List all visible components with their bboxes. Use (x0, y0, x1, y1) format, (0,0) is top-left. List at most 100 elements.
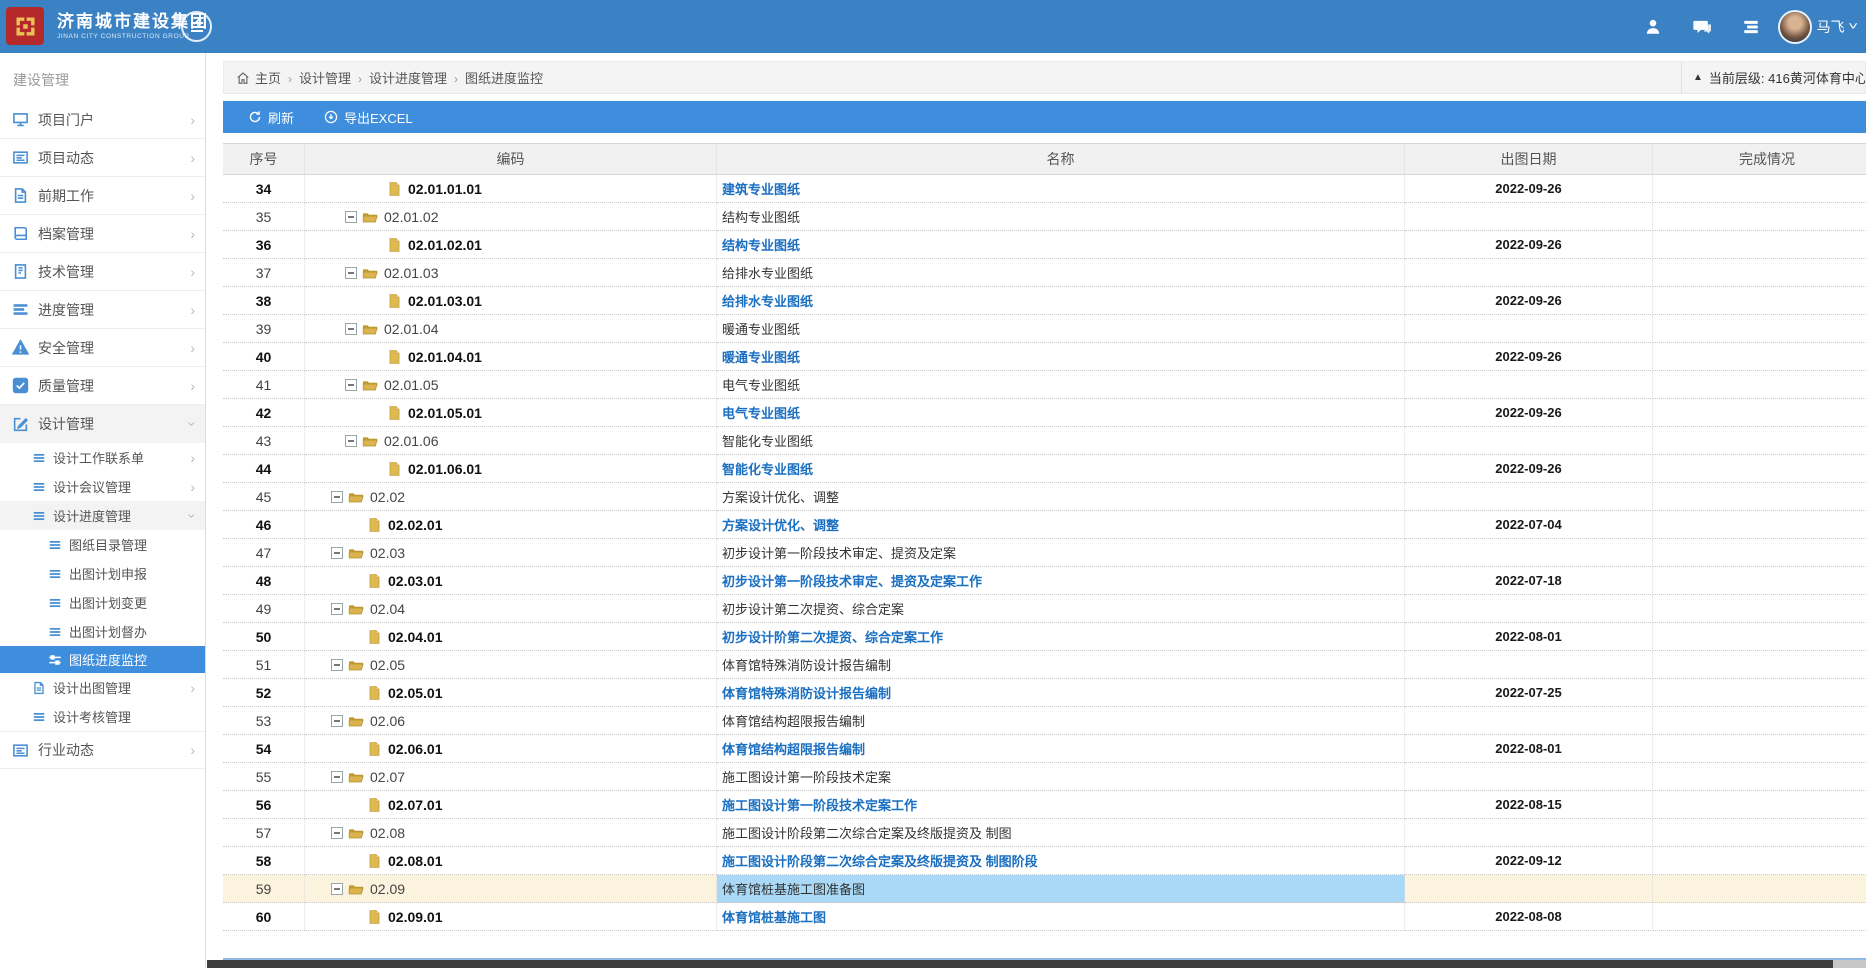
collapse-icon[interactable] (331, 491, 343, 503)
table-row[interactable]: 5702.08施工图设计阶段第二次综合定案及终版提资及 制图 (223, 819, 1866, 847)
table-row[interactable]: 3902.01.04暖通专业图纸 (223, 315, 1866, 343)
sidebar-item-archive-mgmt[interactable]: 档案管理› (0, 215, 205, 253)
chevron-down-icon[interactable]: ˅ (1848, 21, 1858, 33)
code-cell: 02.05 (305, 651, 717, 679)
item-code: 02.01.03.01 (408, 293, 482, 309)
item-name-link[interactable]: 体育馆特殊消防设计报告编制 (722, 686, 891, 701)
user-icon[interactable] (1643, 17, 1663, 37)
collapse-icon[interactable] (331, 771, 343, 783)
sidebar-item-safety-mgmt[interactable]: 安全管理› (0, 329, 205, 367)
collapse-icon[interactable] (331, 715, 343, 727)
status-cell (1653, 791, 1866, 819)
sidebar-item-design-progress-mgmt[interactable]: 设计进度管理› (0, 501, 205, 530)
status-cell (1653, 595, 1866, 623)
apps-icon[interactable] (1741, 17, 1761, 37)
item-name: 给排水专业图纸 (722, 266, 813, 281)
sidebar-item-design-mgmt[interactable]: 设计管理› (0, 405, 205, 443)
table-row[interactable]: 5202.05.01体育馆特殊消防设计报告编制2022-07-25 (223, 679, 1866, 707)
table-row[interactable]: 3802.01.03.01给排水专业图纸2022-09-26 (223, 287, 1866, 315)
table-row[interactable]: 4602.02.01方案设计优化、调整2022-07-04 (223, 511, 1866, 539)
table-row[interactable]: 4802.03.01初步设计第一阶段技术审定、提资及定案工作2022-07-18 (223, 567, 1866, 595)
table-row[interactable]: 5402.06.01体育馆结构超限报告编制2022-08-01 (223, 735, 1866, 763)
table-row[interactable]: 6002.09.01体育馆桩基施工图2022-08-08 (223, 903, 1866, 931)
sidebar-item-plan-change[interactable]: 出图计划变更 (0, 588, 205, 617)
table-row[interactable]: 4102.01.05电气专业图纸 (223, 371, 1866, 399)
code-cell: 02.01.03.01 (305, 287, 717, 315)
table-row[interactable]: 4002.01.04.01暖通专业图纸2022-09-26 (223, 343, 1866, 371)
sidebar-item-quality-mgmt[interactable]: 质量管理› (0, 367, 205, 405)
table-row[interactable]: 3402.01.01.01建筑专业图纸2022-09-26 (223, 175, 1866, 203)
table-row[interactable]: 5902.09体育馆桩基施工图准备图 (223, 875, 1866, 903)
collapse-icon[interactable] (331, 883, 343, 895)
chevron-right-icon: › (190, 302, 195, 318)
export-excel-button[interactable]: 导出EXCEL (324, 108, 413, 127)
table-row[interactable]: 5802.08.01施工图设计阶段第二次综合定案及终版提资及 制图阶段2022-… (223, 847, 1866, 875)
sidebar-item-drawing-progress-monitor[interactable]: 图纸进度监控 (0, 646, 205, 673)
table-row[interactable]: 3702.01.03给排水专业图纸 (223, 259, 1866, 287)
breadcrumb-item[interactable]: 设计管理 (299, 71, 351, 86)
avatar[interactable] (1780, 12, 1810, 42)
sidebar-item-plan-supervise[interactable]: 出图计划督办 (0, 617, 205, 646)
item-name-link[interactable]: 初步设计第一阶段技术审定、提资及定案工作 (722, 574, 982, 589)
table-row[interactable]: 4302.01.06智能化专业图纸 (223, 427, 1866, 455)
sidebar-item-drawing-catalog-mgmt[interactable]: 图纸目录管理 (0, 530, 205, 559)
breadcrumb-item[interactable]: 图纸进度监控 (465, 71, 543, 86)
level-up-icon[interactable]: ▲ (1693, 72, 1703, 83)
table-row[interactable]: 5102.05体育馆特殊消防设计报告编制 (223, 651, 1866, 679)
sidebar-item-project-portal[interactable]: 项目门户› (0, 101, 205, 139)
table-row[interactable]: 4902.04初步设计第二次提资、综合定案 (223, 595, 1866, 623)
scrollbar-thumb[interactable] (207, 960, 1833, 968)
item-name-link[interactable]: 建筑专业图纸 (722, 182, 800, 197)
item-name-link[interactable]: 体育馆桩基施工图 (722, 910, 826, 925)
collapse-icon[interactable] (345, 211, 357, 223)
sidebar-item-design-worksheet[interactable]: 设计工作联系单› (0, 443, 205, 472)
table-row[interactable]: 4502.02方案设计优化、调整 (223, 483, 1866, 511)
item-name-link[interactable]: 暖通专业图纸 (722, 350, 800, 365)
table-row[interactable]: 5502.07施工图设计第一阶段技术定案 (223, 763, 1866, 791)
collapse-icon[interactable] (345, 379, 357, 391)
tree-node: 02.01.02.01 (305, 237, 716, 253)
sidebar-item-tech-mgmt[interactable]: 技术管理› (0, 253, 205, 291)
item-name-link[interactable]: 结构专业图纸 (722, 238, 800, 253)
table-row[interactable]: 4202.01.05.01电气专业图纸2022-09-26 (223, 399, 1866, 427)
date-cell (1405, 483, 1653, 511)
sidebar-item-design-assess-mgmt[interactable]: 设计考核管理 (0, 702, 205, 731)
table-row[interactable]: 4402.01.06.01智能化专业图纸2022-09-26 (223, 455, 1866, 483)
sidebar-item-progress-mgmt[interactable]: 进度管理› (0, 291, 205, 329)
sidebar-item-project-news[interactable]: 项目动态› (0, 139, 205, 177)
breadcrumb-home[interactable]: 主页 (255, 68, 281, 87)
item-name-link[interactable]: 方案设计优化、调整 (722, 518, 839, 533)
table-row[interactable]: 5002.04.01初步设计阶第二次提资、综合定案工作2022-08-01 (223, 623, 1866, 651)
breadcrumb-item[interactable]: 设计进度管理 (369, 71, 447, 86)
collapse-icon[interactable] (331, 603, 343, 615)
table-row[interactable]: 3602.01.02.01结构专业图纸2022-09-26 (223, 231, 1866, 259)
collapse-icon[interactable] (331, 659, 343, 671)
horizontal-scrollbar[interactable] (207, 960, 1866, 968)
collapse-icon[interactable] (331, 547, 343, 559)
collapse-icon[interactable] (345, 435, 357, 447)
table-row[interactable]: 4702.03初步设计第一阶段技术审定、提资及定案 (223, 539, 1866, 567)
sidebar-item-design-meeting[interactable]: 设计会议管理› (0, 472, 205, 501)
tree-node: 02.01.04 (305, 321, 716, 337)
chat-icon[interactable] (1692, 17, 1712, 37)
refresh-button[interactable]: 刷新 (248, 108, 294, 127)
collapse-icon[interactable] (331, 827, 343, 839)
sidebar-item-plan-declare[interactable]: 出图计划申报 (0, 559, 205, 588)
item-name-link[interactable]: 施工图设计第一阶段技术定案工作 (722, 798, 917, 813)
item-name-link[interactable]: 智能化专业图纸 (722, 462, 813, 477)
sidebar-item-industry-news[interactable]: 行业动态› (0, 731, 205, 769)
user-name[interactable]: 马飞 (1817, 17, 1845, 37)
collapse-icon[interactable] (345, 323, 357, 335)
item-name-link[interactable]: 体育馆结构超限报告编制 (722, 742, 865, 757)
sidebar-item-early-work[interactable]: 前期工作› (0, 177, 205, 215)
table-row[interactable]: 5602.07.01施工图设计第一阶段技术定案工作2022-08-15 (223, 791, 1866, 819)
item-name-link[interactable]: 初步设计阶第二次提资、综合定案工作 (722, 630, 943, 645)
item-name-link[interactable]: 电气专业图纸 (722, 406, 800, 421)
item-name-link[interactable]: 施工图设计阶段第二次综合定案及终版提资及 制图阶段 (722, 854, 1038, 869)
table-row[interactable]: 5302.06体育馆结构超限报告编制 (223, 707, 1866, 735)
sidebar-item-design-output-mgmt[interactable]: 设计出图管理› (0, 673, 205, 702)
table-row[interactable]: 3502.01.02结构专业图纸 (223, 203, 1866, 231)
collapse-icon[interactable] (345, 267, 357, 279)
item-name-link[interactable]: 给排水专业图纸 (722, 294, 813, 309)
hamburger-menu-button[interactable] (181, 11, 212, 42)
